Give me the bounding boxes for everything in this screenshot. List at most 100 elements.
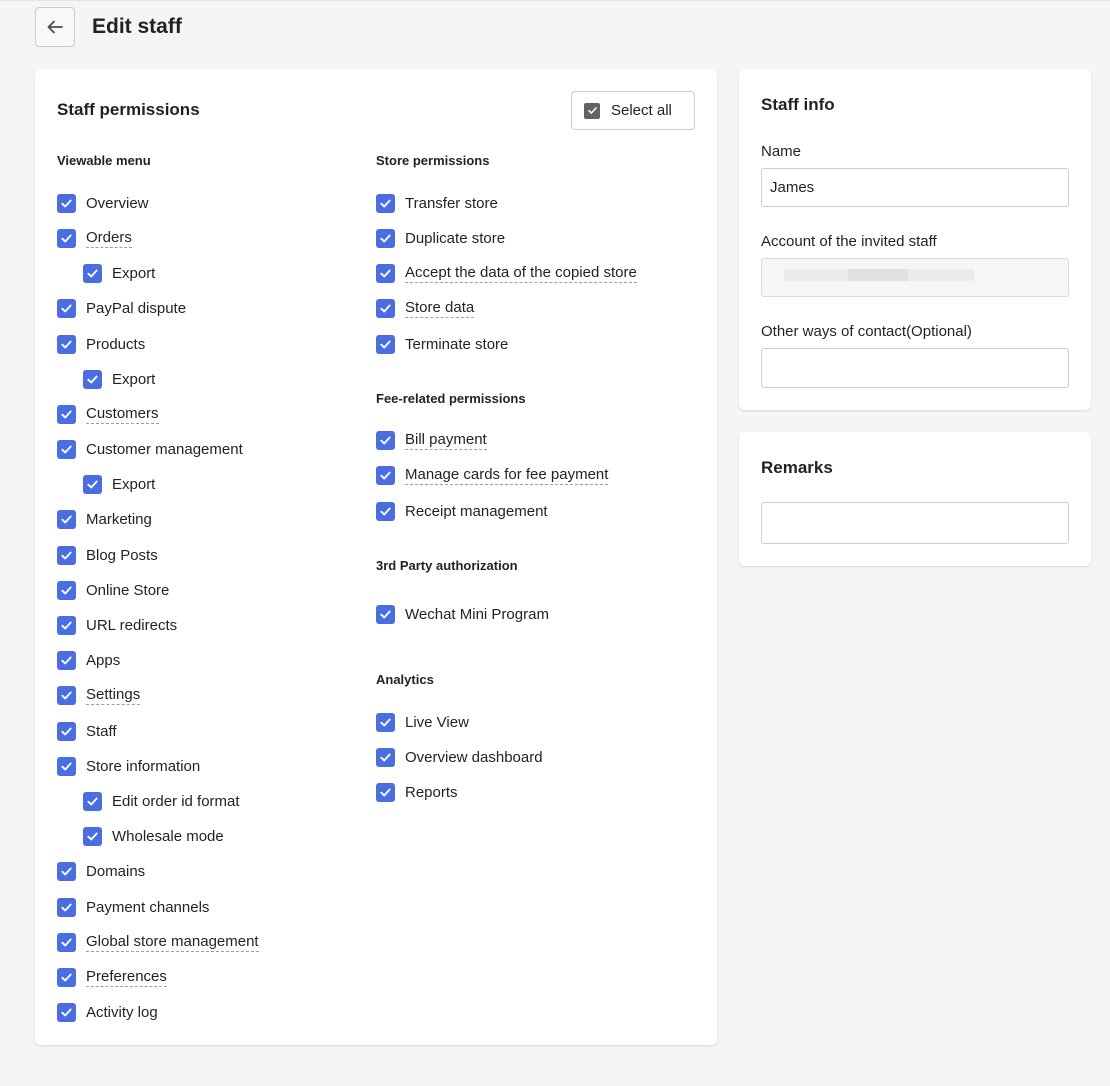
checkbox-row-activity-log[interactable]: Activity log [57, 1001, 158, 1023]
checkbox-label: Products [86, 335, 146, 353]
checkbox[interactable] [57, 509, 76, 529]
section-title-store-permissions: Store permissions [376, 153, 490, 168]
checkbox[interactable] [57, 298, 76, 318]
checkbox-row-paypal-dispute[interactable]: PayPal dispute [57, 297, 186, 319]
checkbox-row-accept-the-data-of-the-copied-store[interactable]: Accept the data of the copied store [376, 262, 637, 284]
checkbox-row-preferences[interactable]: Preferences [57, 966, 167, 988]
checkbox[interactable] [57, 932, 76, 952]
checkbox-row-wholesale-mode[interactable]: Wholesale mode [83, 825, 224, 847]
checkbox[interactable] [57, 650, 76, 670]
checkbox-row-export[interactable]: Export [83, 368, 155, 390]
checkbox-row-overview-dashboard[interactable]: Overview dashboard [376, 746, 543, 768]
checkbox-row-global-store-management[interactable]: Global store management [57, 931, 259, 953]
contact-input[interactable] [761, 348, 1069, 388]
checkbox-row-overview[interactable]: Overview [57, 192, 149, 214]
checkmark-icon [380, 471, 391, 479]
checkbox-label: Bill payment [405, 430, 487, 450]
redacted-account-text [848, 269, 908, 281]
checkbox[interactable] [57, 334, 76, 354]
checkbox-row-transfer-store[interactable]: Transfer store [376, 192, 498, 214]
checkbox[interactable] [57, 228, 76, 248]
checkbox[interactable] [83, 826, 102, 846]
checkbox[interactable] [376, 782, 395, 802]
checkbox-row-products[interactable]: Products [57, 333, 145, 355]
checkbox[interactable] [83, 369, 102, 389]
select-all-checkbox[interactable] [584, 102, 600, 119]
checkbox-label: Export [112, 264, 156, 282]
checkbox-row-apps[interactable]: Apps [57, 649, 120, 671]
checkbox-label: Domains [86, 862, 146, 880]
checkbox[interactable] [376, 228, 395, 248]
checkbox[interactable] [376, 604, 395, 624]
checkbox-row-marketing[interactable]: Marketing [57, 508, 152, 530]
checkbox[interactable] [83, 263, 102, 283]
checkbox-row-receipt-management[interactable]: Receipt management [376, 500, 548, 522]
checkbox[interactable] [57, 721, 76, 741]
checkbox[interactable] [57, 545, 76, 565]
checkbox[interactable] [83, 791, 102, 811]
checkbox[interactable] [57, 897, 76, 917]
checkbox-row-export[interactable]: Export [83, 262, 155, 284]
checkbox[interactable] [376, 430, 395, 450]
arrow-left-icon [47, 20, 63, 34]
checkbox-row-export[interactable]: Export [83, 473, 155, 495]
checkmark-icon [61, 656, 72, 664]
checkbox-row-settings[interactable]: Settings [57, 684, 141, 706]
checkbox-row-terminate-store[interactable]: Terminate store [376, 333, 508, 355]
checkbox-row-domains[interactable]: Domains [57, 860, 145, 882]
checkbox[interactable] [57, 1002, 76, 1022]
checkmark-icon [61, 445, 72, 453]
staff-info-card: Staff info Name James Account of the inv… [739, 69, 1091, 410]
checkbox-row-blog-posts[interactable]: Blog Posts [57, 544, 158, 566]
checkbox[interactable] [376, 747, 395, 767]
staff-info-title: Staff info [761, 95, 835, 114]
checkbox-label: Store data [405, 298, 475, 318]
checkbox[interactable] [376, 334, 395, 354]
checkmark-icon [380, 436, 391, 444]
checkbox-row-bill-payment[interactable]: Bill payment [376, 429, 487, 451]
checkbox[interactable] [57, 967, 76, 987]
checkbox-row-url-redirects[interactable]: URL redirects [57, 614, 177, 636]
checkbox-row-orders[interactable]: Orders [57, 227, 132, 249]
checkmark-icon [61, 973, 72, 981]
checkbox[interactable] [57, 861, 76, 881]
checkmark-icon [61, 410, 72, 418]
checkbox-label: Terminate store [405, 335, 509, 353]
checkbox-row-payment-channels[interactable]: Payment channels [57, 896, 209, 918]
checkbox-row-online-store[interactable]: Online Store [57, 579, 169, 601]
checkbox[interactable] [57, 580, 76, 600]
checkbox[interactable] [57, 615, 76, 635]
checkbox-row-store-information[interactable]: Store information [57, 755, 200, 777]
checkbox[interactable] [376, 263, 395, 283]
checkbox-row-edit-order-id-format[interactable]: Edit order id format [83, 790, 240, 812]
remarks-input[interactable] [761, 502, 1069, 544]
checkbox-row-customers[interactable]: Customers [57, 403, 159, 425]
checkbox[interactable] [57, 439, 76, 459]
checkbox[interactable] [376, 501, 395, 521]
select-all-label: Select all [611, 102, 672, 119]
checkbox[interactable] [376, 712, 395, 732]
checkbox[interactable] [57, 404, 76, 424]
checkbox[interactable] [57, 193, 76, 213]
checkbox-row-wechat-mini-program[interactable]: Wechat Mini Program [376, 603, 549, 625]
checkbox-row-live-view[interactable]: Live View [376, 711, 469, 733]
select-all-button[interactable]: Select all [571, 91, 695, 130]
checkmark-icon [61, 1008, 72, 1016]
checkbox-row-staff[interactable]: Staff [57, 720, 117, 742]
name-input[interactable]: James [761, 168, 1069, 207]
checkbox[interactable] [83, 474, 102, 494]
checkbox-row-store-data[interactable]: Store data [376, 297, 475, 319]
checkbox[interactable] [57, 685, 76, 705]
checkbox-row-reports[interactable]: Reports [376, 781, 458, 803]
checkbox-label: Activity log [86, 1003, 158, 1021]
checkbox[interactable] [376, 298, 395, 318]
checkbox-row-manage-cards-for-fee-payment[interactable]: Manage cards for fee payment [376, 464, 609, 486]
checkbox[interactable] [57, 756, 76, 776]
checkbox[interactable] [376, 465, 395, 485]
checkbox-label: Global store management [86, 932, 259, 952]
checkbox-row-duplicate-store[interactable]: Duplicate store [376, 227, 505, 249]
checkbox-row-customer-management[interactable]: Customer management [57, 438, 243, 460]
back-button[interactable] [35, 7, 75, 47]
checkbox-label: Duplicate store [405, 229, 506, 247]
checkbox[interactable] [376, 193, 395, 213]
